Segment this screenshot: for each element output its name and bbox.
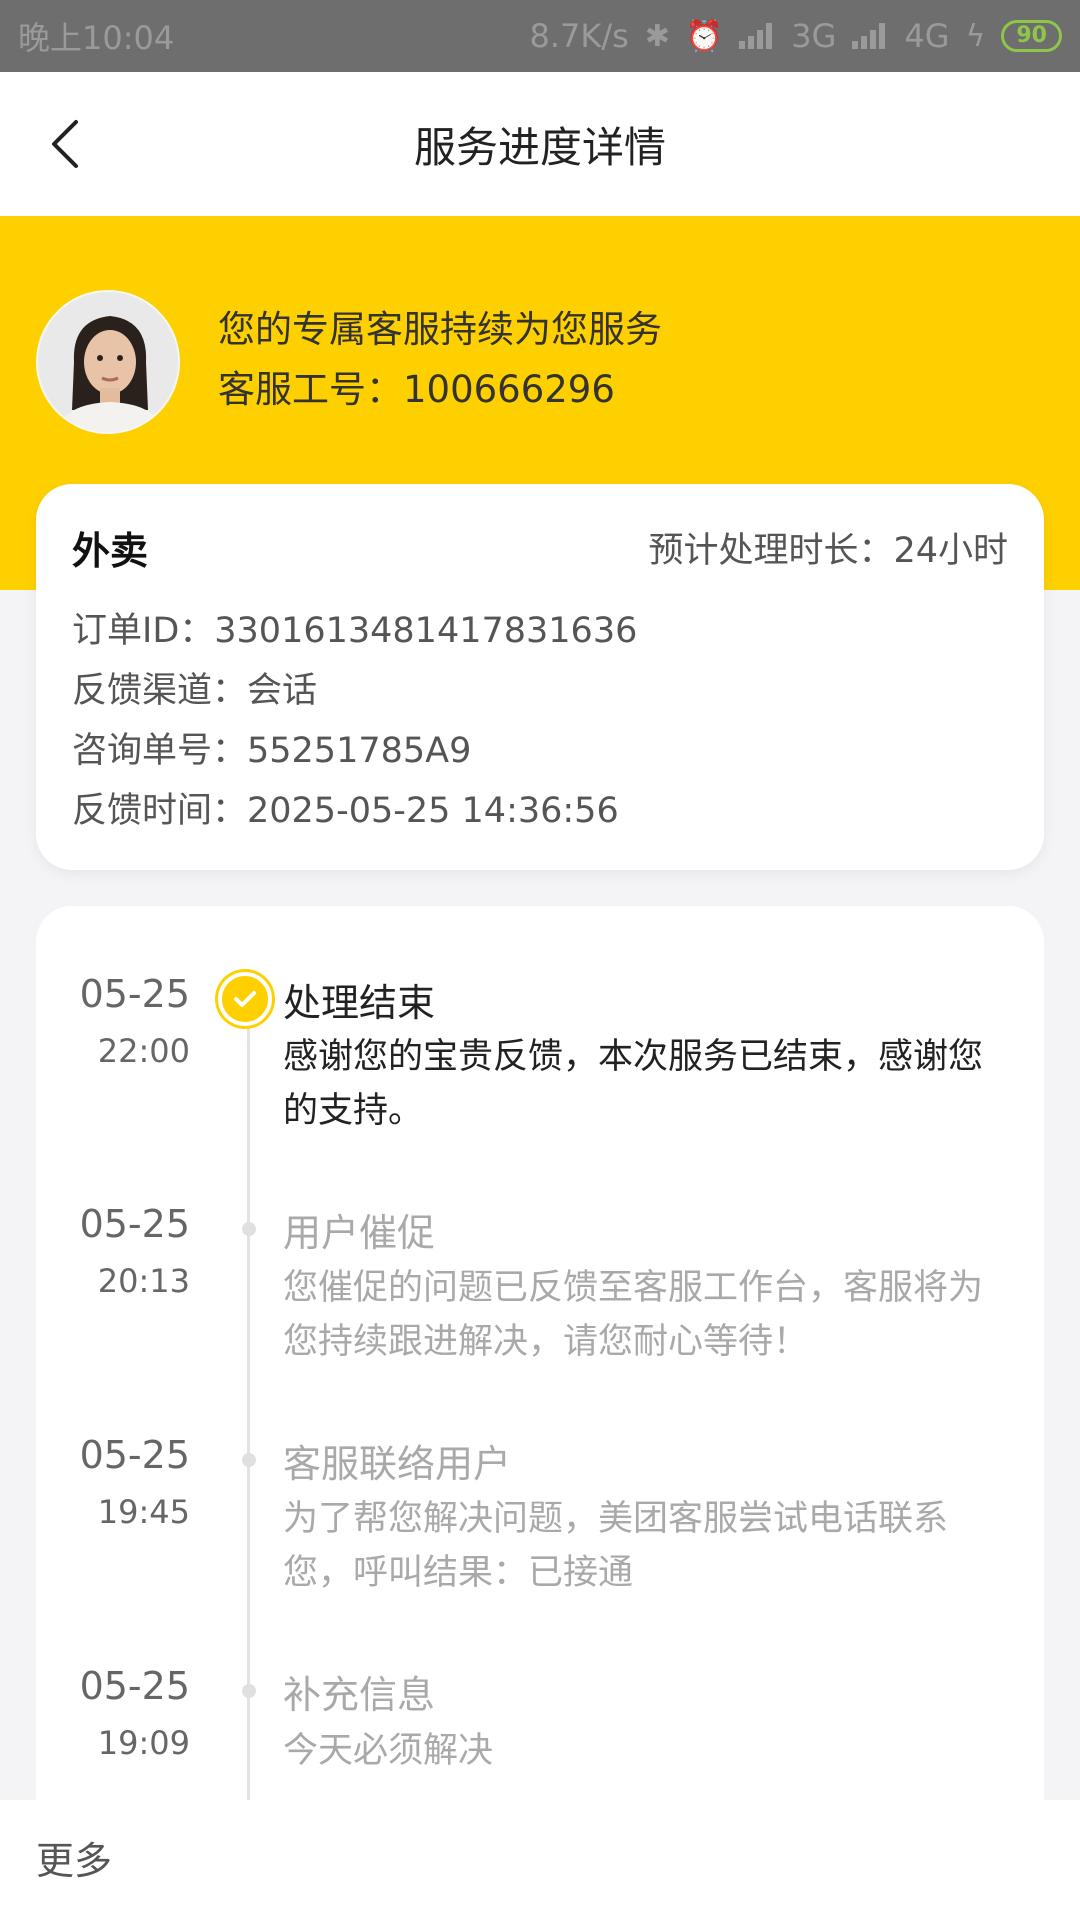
navigation-bar: 服务进度详情 <box>0 72 1080 216</box>
timeline-time: 22:00 <box>97 1032 190 1070</box>
estimated-duration: 预计处理时长：24小时 <box>648 531 1008 571</box>
page-title: 服务进度详情 <box>413 122 666 172</box>
timeline-dot <box>242 1453 256 1467</box>
timeline-line <box>247 1010 250 1800</box>
timeline-dot <box>242 1222 256 1236</box>
alarm-icon: ⏰ <box>685 18 724 54</box>
feedback-time: 反馈时间：2025-05-25 14:36:56 <box>72 791 619 831</box>
status-bar: 晚上10:04 8.7K/s ✱ ⏰ 3G 4G ϟ 90 <box>0 0 1080 72</box>
bluetooth-icon: ✱ <box>644 18 670 54</box>
status-icons: 8.7K/s ✱ ⏰ 3G 4G ϟ 90 <box>529 17 1062 55</box>
timeline-date: 05-25 <box>79 1664 190 1708</box>
timeline-date: 05-25 <box>79 1202 190 1246</box>
agent-id: 客服工号：100666296 <box>218 368 615 411</box>
timeline-description: 您催促的问题已反馈至客服工作台，客服将为您持续跟进解决，请您耐心等待！ <box>283 1268 984 1362</box>
battery-icon: 90 <box>1001 20 1062 52</box>
timeline-description: 感谢您的宝贵反馈，本次服务已结束，感谢您的支持。 <box>283 1037 984 1131</box>
timeline-time: 19:09 <box>97 1724 190 1762</box>
feedback-channel: 反馈渠道：会话 <box>72 671 318 711</box>
timeline-time: 20:13 <box>97 1262 190 1300</box>
more-button[interactable]: 更多 <box>36 1830 112 1885</box>
timeline-title: 客服联络用户 <box>283 1442 512 1486</box>
network-speed: 8.7K/s <box>529 17 629 55</box>
signal-icon <box>739 23 773 49</box>
charging-icon: ϟ <box>965 18 986 54</box>
signal-icon <box>852 23 886 49</box>
chevron-left-icon[interactable] <box>40 116 96 172</box>
agent-info: 您的专属客服持续为您服务 客服工号：100666296 <box>218 300 662 420</box>
network-3g: 3G <box>791 17 837 55</box>
service-type: 外卖 <box>72 529 149 573</box>
timeline-title: 补充信息 <box>283 1673 436 1717</box>
timeline-date: 05-25 <box>79 972 190 1016</box>
avatar-image <box>38 292 178 432</box>
inquiry-number: 咨询单号：55251785A9 <box>72 731 472 771</box>
timeline-title: 用户催促 <box>283 1211 436 1255</box>
timeline-time: 19:45 <box>97 1493 190 1531</box>
status-time: 晚上10:04 <box>18 19 175 57</box>
order-info-card: 外卖 预计处理时长：24小时 订单ID：3301613481417831636 … <box>36 484 1044 870</box>
timeline-description: 今天必须解决 <box>283 1731 494 1771</box>
avatar <box>36 290 180 434</box>
timeline-title: 处理结束 <box>283 981 436 1025</box>
timeline-date: 05-25 <box>79 1433 190 1477</box>
agent-greeting: 您的专属客服持续为您服务 <box>218 308 662 351</box>
timeline-dot <box>242 1684 256 1698</box>
timeline-description: 为了帮您解决问题，美团客服尝试电话联系您，呼叫结果：已接通 <box>283 1499 949 1593</box>
more-bar: 更多 <box>0 1800 1080 1920</box>
network-4g: 4G <box>904 17 950 55</box>
order-id: 订单ID：3301613481417831636 <box>72 611 638 651</box>
check-circle-icon <box>218 972 272 1026</box>
